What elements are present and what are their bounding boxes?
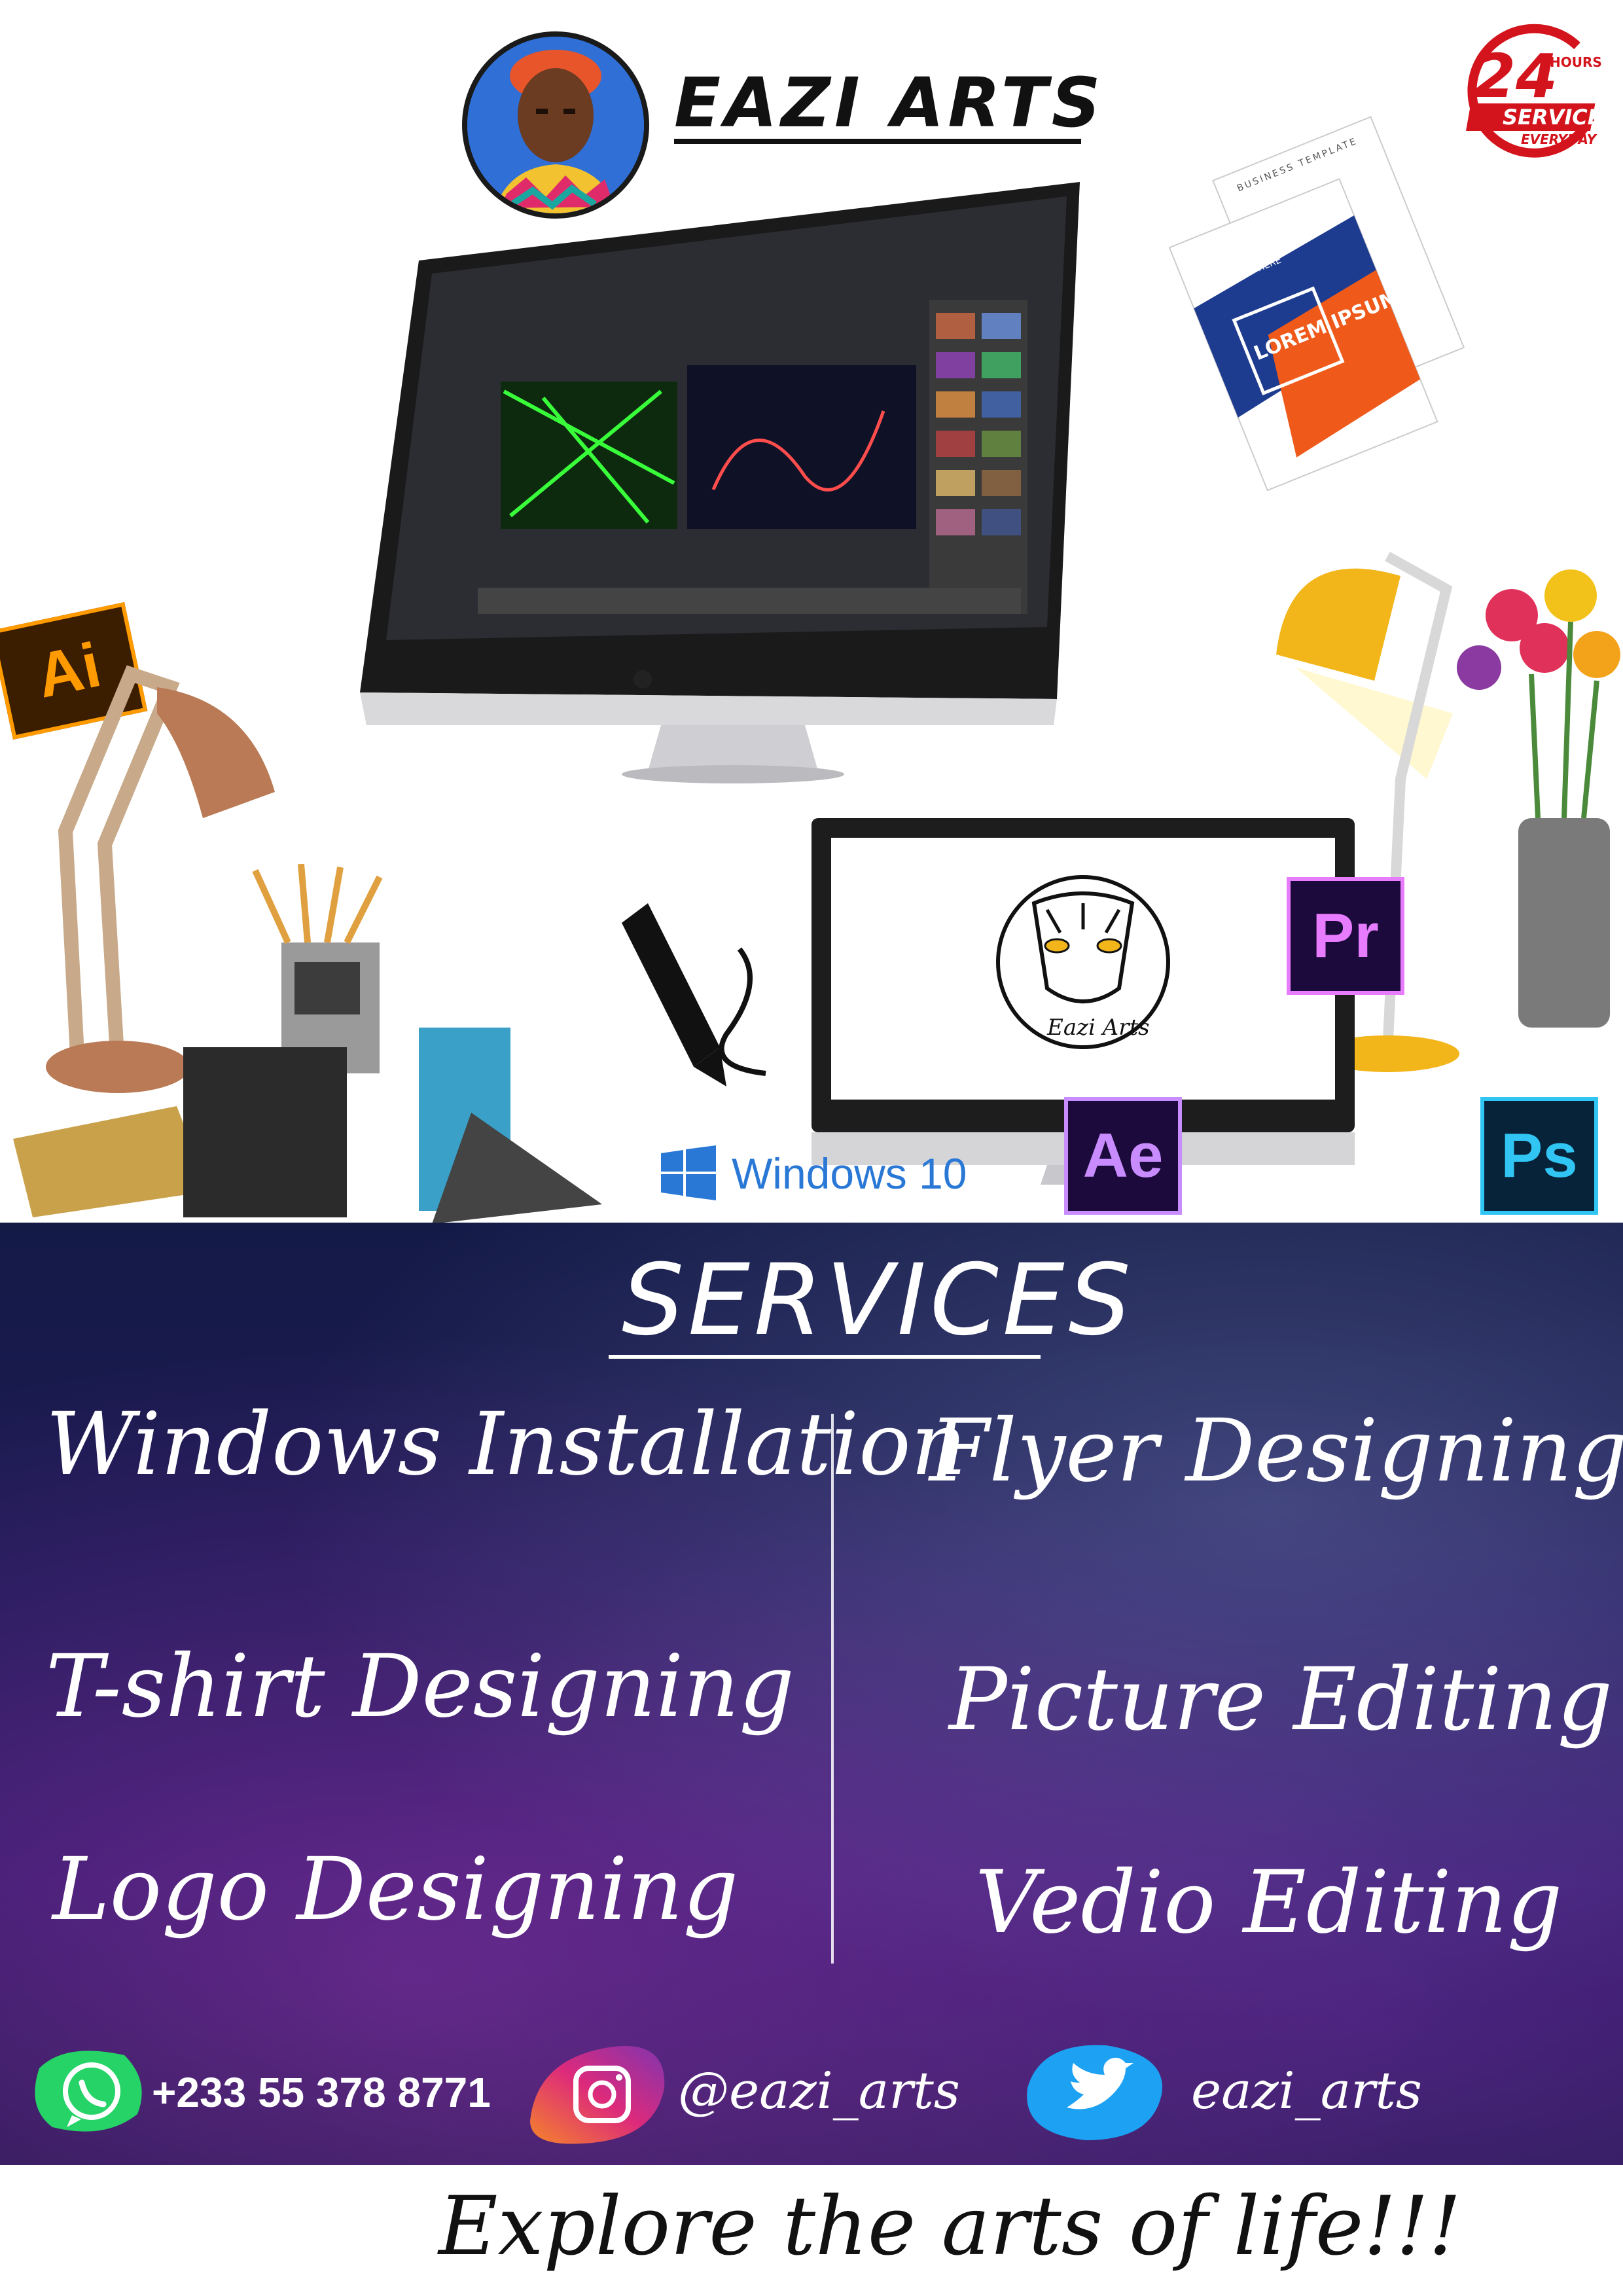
phone-number[interactable]: +233 55 378 8771 xyxy=(152,2068,491,2117)
badge-service: SERVICE xyxy=(1503,105,1602,130)
badge-everyday: EVERYDAY xyxy=(1521,132,1598,147)
imac-drawing xyxy=(360,182,1080,783)
tagline: Explore the arts of life!!! xyxy=(438,2179,1461,2274)
pen-nib-icon xyxy=(609,903,805,1100)
windows-logo-icon xyxy=(661,1145,716,1200)
desk-items xyxy=(13,863,602,1224)
monitor-logo-caption: Eazi Arts xyxy=(1047,1014,1150,1041)
windows-icon xyxy=(661,1145,716,1200)
flyer-mockup-illustration: BUSINESS TEMPLATE LOREM IPSUM YOUR TEXT … xyxy=(1168,116,1465,492)
service-tshirt-designing: T-shirt Designing xyxy=(46,1636,794,1737)
stationery-illustration xyxy=(13,863,602,1224)
service-picture-editing: Picture Editing xyxy=(949,1649,1613,1750)
twitter-icon[interactable] xyxy=(1021,2029,1171,2147)
fountain-pen-icon xyxy=(622,903,766,1086)
services-title: SERVICES xyxy=(622,1244,1135,1357)
after-effects-icon: Ae xyxy=(1064,1097,1182,1215)
windows-10-label: Windows 10 xyxy=(732,1149,967,1198)
imac-illustration xyxy=(347,182,1106,784)
service-flyer-designing: Flyer Designing xyxy=(929,1401,1623,1501)
service-video-editing: Vedio Editing xyxy=(975,1852,1563,1953)
instagram-handle[interactable]: @eazi_arts xyxy=(678,2062,960,2121)
service-logo-designing: Logo Designing xyxy=(52,1839,739,1940)
badge-hours: HOURS xyxy=(1550,54,1602,70)
whatsapp-brush-icon xyxy=(35,2051,142,2132)
twitter-handle[interactable]: eazi_arts xyxy=(1191,2062,1422,2121)
services-title-underline xyxy=(609,1355,1041,1359)
brand-title: EAZI ARTS xyxy=(674,63,1105,143)
photoshop-icon: Ps xyxy=(1480,1097,1598,1215)
badge-number: 24 xyxy=(1474,41,1558,111)
premiere-pro-icon: Pr xyxy=(1287,877,1404,995)
brand-underline xyxy=(674,139,1081,144)
service-windows-installation: Windows Installation xyxy=(46,1394,967,1495)
services-divider xyxy=(831,1414,834,1964)
twitter-brush-icon xyxy=(1027,2045,1162,2140)
instagram-icon[interactable] xyxy=(524,2022,674,2153)
instagram-brush-icon xyxy=(530,2046,665,2144)
whatsapp-icon[interactable] xyxy=(26,2042,151,2140)
bottom-divider xyxy=(0,2165,1623,2172)
flyer-mockups: BUSINESS TEMPLATE LOREM IPSUM YOUR TEXT … xyxy=(1158,98,1472,492)
